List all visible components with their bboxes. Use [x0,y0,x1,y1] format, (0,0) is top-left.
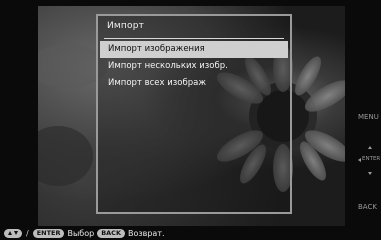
arrow-down-icon [14,231,18,235]
back-key-label: BACK [358,203,377,211]
dialog-title: Импорт [107,21,145,31]
arrow-down-icon [368,172,372,175]
arrow-left-icon [358,158,361,162]
operation-guide-bar: / ENTER Выбор BACK Возврат. [4,227,165,239]
photo-frame-screen: Импорт Импорт изображения Импорт несколь… [0,0,381,240]
enter-key-indicator: ENTER [356,146,381,180]
import-menu: Импорт изображения Импорт нескольких изо… [100,41,288,92]
enter-key-label: ENTER [362,156,381,162]
arrow-up-icon [8,231,12,235]
back-key-badge: BACK [97,228,125,238]
up-down-keys-icon [4,228,22,238]
guide-separator: / [26,228,29,238]
menu-item-import-image[interactable]: Импорт изображения [100,41,288,58]
menu-item-import-all[interactable]: Импорт всех изображ [100,75,288,92]
menu-key-label: MENU [358,113,379,121]
arrow-up-icon [368,146,372,149]
import-dialog: Импорт Импорт изображения Импорт несколь… [96,14,292,214]
enter-action-label: Выбор [67,228,95,238]
menu-item-import-multiple[interactable]: Импорт нескольких изобр. [100,58,288,75]
enter-key-badge: ENTER [32,228,65,238]
title-divider [104,38,284,39]
back-action-label: Возврат. [127,228,165,238]
